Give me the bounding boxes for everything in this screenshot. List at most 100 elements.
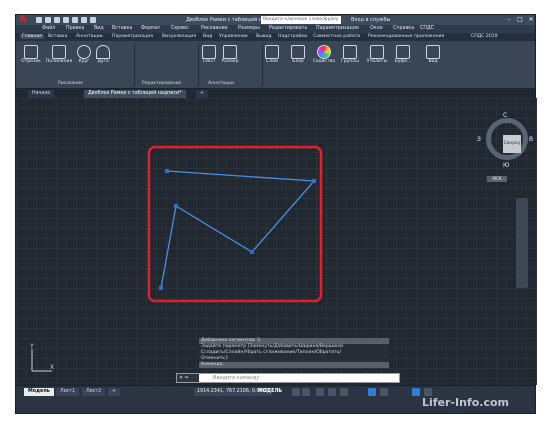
- dimension-icon: [223, 45, 237, 59]
- menu-edit[interactable]: Правка: [66, 26, 84, 31]
- layers-icon: [265, 45, 279, 59]
- new-tab-button[interactable]: +: [196, 90, 209, 98]
- new-icon[interactable]: [36, 17, 42, 23]
- view-tool[interactable]: Вид: [422, 45, 444, 64]
- search-input[interactable]: Введите ключевое слово/фразу: [261, 16, 341, 24]
- menu-tools[interactable]: Сервис: [171, 26, 189, 31]
- ucs-icon: Y X: [29, 343, 54, 372]
- osnap-icon[interactable]: [368, 388, 376, 396]
- calculator-icon: [370, 45, 384, 59]
- tab-addins[interactable]: Надстройки: [278, 34, 307, 39]
- viewcube-east[interactable]: В: [529, 136, 533, 143]
- workspace-icon[interactable]: [424, 388, 432, 396]
- grip-point[interactable]: [165, 169, 169, 173]
- highlight-frame: [147, 145, 323, 303]
- maximize-button[interactable]: □: [515, 16, 525, 24]
- panel-draw-title[interactable]: Рисование: [58, 81, 83, 86]
- panel-modify-title[interactable]: Редактирование: [142, 81, 181, 86]
- model-space-button[interactable]: МОДЕЛЬ: [258, 388, 282, 396]
- properties-tool[interactable]: Свойства: [312, 45, 336, 64]
- clipboard-tool[interactable]: Буфе...: [392, 45, 414, 64]
- viewcube[interactable]: Сверху: [486, 118, 528, 160]
- viewcube-north[interactable]: С: [503, 112, 507, 119]
- viewcube-south[interactable]: Ю: [503, 162, 509, 169]
- open-icon[interactable]: [45, 17, 51, 23]
- utilities-tool[interactable]: Утилиты: [366, 45, 388, 64]
- lineweight-icon[interactable]: [380, 388, 388, 396]
- tab-model[interactable]: Модель: [24, 388, 54, 396]
- grip-point[interactable]: [174, 204, 178, 208]
- tab-output[interactable]: Вывод: [256, 34, 271, 39]
- tab-manage[interactable]: Управление: [219, 34, 248, 39]
- add-layout-button[interactable]: +: [108, 388, 121, 396]
- signin-button[interactable]: Вход в службы: [351, 17, 390, 23]
- drawing-canvas[interactable]: Сверху С Ю З В МСК Y X Добавлено сегмент…: [16, 98, 537, 385]
- tab-annotate[interactable]: Аннотации: [76, 34, 103, 39]
- text-tool[interactable]: Текст: [200, 45, 218, 64]
- tab-home[interactable]: Главная: [20, 34, 44, 39]
- command-line-close-icon[interactable]: ✕ ✏: [177, 374, 199, 382]
- ortho-icon[interactable]: [316, 388, 324, 396]
- polyline-icon: [52, 45, 66, 59]
- tab-spds[interactable]: СПДС 2019: [471, 34, 498, 39]
- dimension-tool[interactable]: Размер: [220, 45, 240, 64]
- tab-start[interactable]: Начало: [28, 90, 55, 98]
- grip-point[interactable]: [250, 250, 254, 254]
- line-tool[interactable]: Отрезок: [20, 45, 42, 64]
- snap-icon[interactable]: [302, 388, 310, 396]
- tab-layout1[interactable]: Лист1: [56, 388, 80, 396]
- tab-view[interactable]: Вид: [203, 34, 212, 39]
- menu-insert[interactable]: Вставка: [112, 26, 132, 31]
- arc-tool[interactable]: Дуга: [94, 45, 112, 64]
- annotation-scale-icon[interactable]: [412, 388, 420, 396]
- tab-collaborate[interactable]: Совместная работа: [313, 34, 360, 39]
- menu-help[interactable]: Справка: [393, 26, 414, 31]
- grid-icon[interactable]: [292, 388, 300, 396]
- menu-modify[interactable]: Редактировать: [269, 26, 307, 31]
- tab-insert[interactable]: Вставка: [48, 34, 67, 39]
- polar-icon[interactable]: [328, 388, 336, 396]
- redo-icon[interactable]: [90, 17, 96, 23]
- navigation-bar[interactable]: [516, 198, 528, 288]
- viewcube-top-face[interactable]: Сверху: [503, 135, 521, 153]
- grip-point[interactable]: [159, 286, 163, 290]
- command-line[interactable]: ✕ ✏ Введите команду: [176, 373, 400, 383]
- undo-icon[interactable]: [81, 17, 87, 23]
- menu-file[interactable]: Файл: [42, 26, 55, 31]
- saveas-icon[interactable]: [63, 17, 69, 23]
- grip-point[interactable]: [312, 179, 316, 183]
- tab-featured-apps[interactable]: Рекомендованные приложения: [368, 34, 444, 39]
- block-icon: [291, 45, 305, 59]
- tab-layout2[interactable]: Лист2: [82, 388, 106, 396]
- menu-format[interactable]: Формат: [141, 26, 160, 31]
- view-icon: [426, 45, 440, 59]
- groups-tool[interactable]: Группы: [340, 45, 360, 64]
- minimize-button[interactable]: –: [504, 16, 514, 24]
- print-icon[interactable]: [72, 17, 78, 23]
- tab-parametric[interactable]: Параметризация: [112, 34, 153, 39]
- circle-tool[interactable]: Круг: [76, 45, 92, 64]
- menu-dimensions[interactable]: Размеры: [238, 26, 260, 31]
- tab-visualize[interactable]: Визуализация: [162, 34, 196, 39]
- ribbon-tabs: Главная Вставка Аннотации Параметризация…: [16, 33, 535, 41]
- polyline[interactable]: [160, 170, 316, 289]
- menu-draw[interactable]: Рисование: [201, 26, 228, 31]
- wcs-menu[interactable]: МСК: [487, 176, 507, 182]
- panel-annotation-title[interactable]: Аннотации: [208, 81, 234, 86]
- isodraft-icon[interactable]: [340, 388, 348, 396]
- menu-view[interactable]: Вид: [94, 26, 104, 31]
- tab-drawing[interactable]: Двоблок Рамки с таблицей надписи*: [84, 90, 186, 98]
- menu-parametric[interactable]: Параметризация: [316, 26, 359, 31]
- circle-icon: [77, 45, 91, 59]
- command-history: Добавлено сегментов: 3 Задайте параметр …: [199, 338, 389, 368]
- save-icon[interactable]: [54, 17, 60, 23]
- menu-window[interactable]: Окно: [370, 26, 383, 31]
- svg-text:X: X: [50, 364, 54, 371]
- layers-tool[interactable]: Слои: [262, 45, 282, 64]
- command-input[interactable]: Введите команду: [213, 375, 259, 381]
- block-tool[interactable]: Блок: [288, 45, 308, 64]
- menu-spds[interactable]: СПДС: [420, 26, 434, 31]
- viewcube-west[interactable]: З: [477, 136, 481, 143]
- polyline-tool[interactable]: Полилиния: [44, 45, 74, 64]
- close-button[interactable]: ✕: [526, 16, 536, 24]
